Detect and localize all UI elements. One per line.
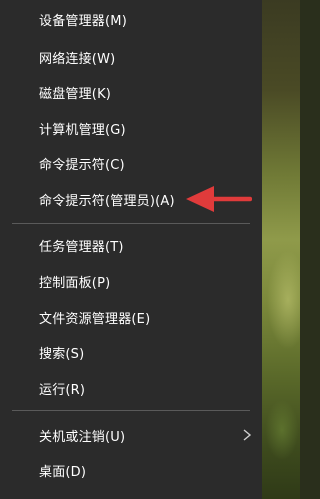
menu-item-search[interactable]: 搜索(S) <box>0 335 262 369</box>
menu-item-label: 控制面板(P) <box>39 275 111 291</box>
menu-item-label: 桌面(D) <box>39 464 87 480</box>
menu-item-label: 磁盘管理(K) <box>39 86 112 102</box>
menu-item-desktop[interactable]: 桌面(D) <box>0 453 262 487</box>
red-arrow-icon <box>186 186 252 212</box>
menu-item-label: 计算机管理(G) <box>39 122 126 138</box>
menu-separator <box>12 223 250 224</box>
menu-item-label: 命令提示符(管理员)(A) <box>39 193 175 209</box>
menu-item-shutdown-signout[interactable]: 关机或注销(U) <box>0 418 262 452</box>
menu-item-disk-management[interactable]: 磁盘管理(K) <box>0 75 262 109</box>
chevron-right-icon <box>243 429 252 441</box>
menu-item-label: 关机或注销(U) <box>39 429 126 445</box>
menu-item-command-prompt[interactable]: 命令提示符(C) <box>0 146 262 180</box>
menu-item-label: 网络连接(W) <box>39 51 116 67</box>
menu-item-device-manager[interactable]: 设备管理器(M) <box>0 2 262 36</box>
menu-item-computer-management[interactable]: 计算机管理(G) <box>0 111 262 145</box>
menu-item-label: 文件资源管理器(E) <box>39 311 151 327</box>
menu-item-label: 任务管理器(T) <box>39 239 124 255</box>
winx-context-menu: 设备管理器(M) 网络连接(W) 磁盘管理(K) 计算机管理(G) 命令提示符(… <box>0 0 262 499</box>
menu-item-file-explorer[interactable]: 文件资源管理器(E) <box>0 300 262 334</box>
menu-separator <box>12 410 250 411</box>
menu-item-run[interactable]: 运行(R) <box>0 371 262 405</box>
menu-item-network-connections[interactable]: 网络连接(W) <box>0 40 262 74</box>
menu-item-label: 搜索(S) <box>39 346 85 362</box>
menu-item-task-manager[interactable]: 任务管理器(T) <box>0 228 262 262</box>
menu-item-control-panel[interactable]: 控制面板(P) <box>0 264 262 298</box>
desktop-wallpaper <box>262 0 300 499</box>
menu-item-label: 运行(R) <box>39 382 86 398</box>
menu-item-label: 命令提示符(C) <box>39 157 125 173</box>
menu-item-label: 设备管理器(M) <box>39 13 127 29</box>
